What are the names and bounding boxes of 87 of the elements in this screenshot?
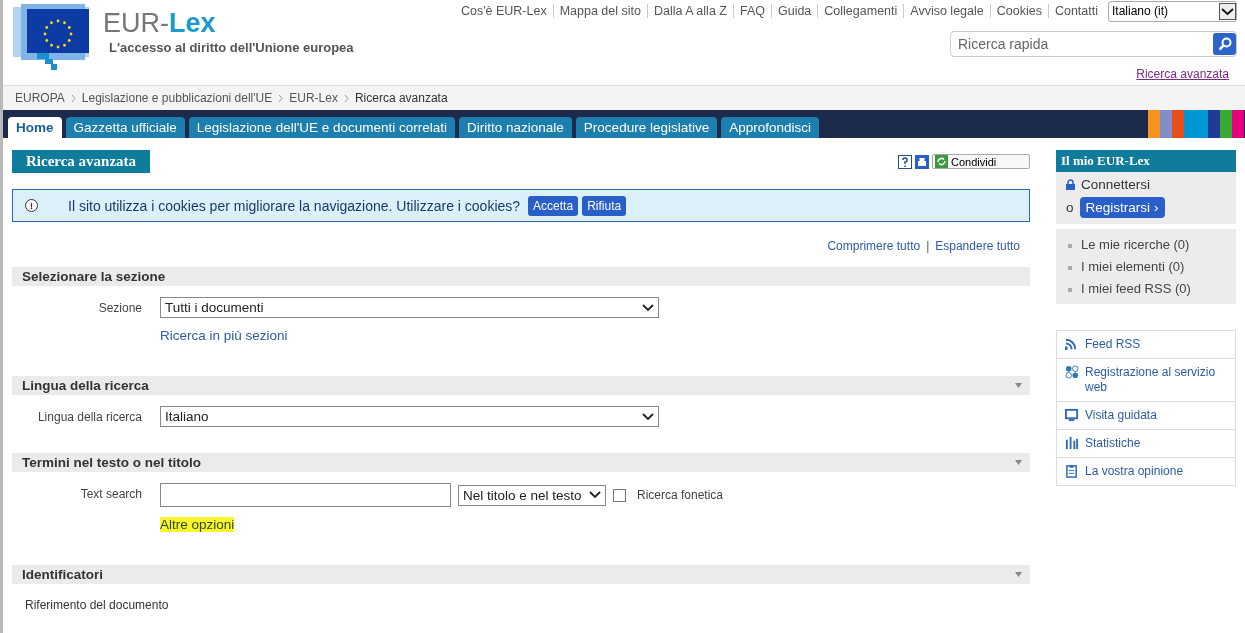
breadcrumb-item[interactable]: EUROPA [15,91,65,105]
share-button[interactable]: Condividi [932,154,1030,169]
option-link[interactable]: Altre opzioni [160,517,235,532]
section-title: Termini nel testo o nel titolo [22,455,201,470]
clipboard-icon [1065,464,1079,478]
site-name: EUR-Lex [103,8,217,38]
bar-chart-icon [1065,436,1079,450]
breadcrumb-item[interactable]: Legislazione e pubblicazioni dell'UE [81,91,273,105]
nav-tab[interactable]: Gazzetta ufficiale [65,117,185,138]
section-title: Identificatori [22,567,103,582]
sidebar-link[interactable]: La vostra opinione [1057,457,1235,485]
top-link[interactable]: Mappa del sito [552,4,647,18]
collapse-link[interactable]: Comprimere tutto [827,239,921,253]
scope-dropdown[interactable]: Nel titolo e nel testo [458,484,606,506]
sidebar-link[interactable]: Statistiche [1057,429,1235,457]
saved-list-item[interactable]: I miei elementi (0) [1056,256,1236,278]
breadcrumb-item[interactable]: Ricerca avanzata [354,91,448,105]
chevron-icon [70,93,76,103]
or-text: o [1066,200,1074,215]
nav-tab[interactable]: Legislazione dell'UE e documenti correlati [188,117,456,138]
top-link[interactable]: Contatti [1047,4,1104,18]
lock-icon [1066,179,1075,190]
section-title: Selezionare la sezione [22,269,166,284]
top-link[interactable]: Cookies [989,4,1048,18]
field-label: Text search [79,486,142,501]
saved-list-item[interactable]: Le mie ricerche (0) [1056,234,1236,256]
top-link[interactable]: Guida [770,4,818,18]
checkbox[interactable] [613,488,626,502]
login-link[interactable]: Connettersi [1081,177,1151,192]
option-link[interactable]: Ricerca in più sezioni [160,328,288,343]
nav-tab[interactable]: Procedure legislative [575,117,718,138]
chevron-icon [343,93,349,103]
quick-search-field[interactable]: Ricerca rapida [950,31,1237,57]
register-button[interactable]: Registrarsi › [1079,197,1165,218]
section-header[interactable]: Selezionare la sezione [12,267,1030,286]
section-header[interactable]: Lingua della ricerca [12,376,1030,395]
checkbox-label: Ricerca fonetica [637,488,724,502]
info-icon: ! [25,199,38,212]
language-dropdown[interactable]: Italiano (it) [1108,0,1237,22]
top-link[interactable]: Cos'è EUR-Lex [454,4,553,18]
cookie-button[interactable]: Rifiuta [582,195,627,216]
chevron-icon [278,93,284,103]
separator: | [926,239,930,253]
nav-tab[interactable]: Diritto nazionale [459,117,572,138]
dropdown-caret-icon [642,412,654,421]
top-link[interactable]: Avviso legale [903,4,990,18]
dropdown-field[interactable]: Italiano [160,406,659,427]
print-icon[interactable] [915,154,929,169]
top-link[interactable]: Collegamenti [817,4,904,18]
cookie-message: Il sito utilizza i cookies per migliorare la navigazione. Utilizzare i cookies? [68,197,521,214]
dropdown-field[interactable]: Tutti i documenti [160,297,659,318]
top-link[interactable]: Dalla A alla Z [647,4,733,18]
section-header[interactable]: Identificatori [12,565,1030,584]
section-header[interactable]: Termini nel testo o nel titolo [12,453,1030,472]
saved-list-item[interactable]: I miei feed RSS (0) [1056,278,1236,300]
help-icon[interactable] [898,154,912,169]
monitor-icon [1065,408,1079,422]
collapse-link[interactable]: Espandere tutto [935,239,1020,253]
tagline: L'accesso al diritto dell'Unione europea [109,40,354,55]
share-icon [935,155,948,168]
sidebar-link[interactable]: Visita guidata [1057,401,1235,429]
section-title: Lingua della ricerca [22,378,149,393]
nav-tab[interactable]: Home [8,117,62,138]
top-link[interactable]: FAQ [732,4,771,18]
cookie-button[interactable]: Accetta [528,195,579,216]
panel-title: Il mio EUR-Lex [1056,150,1236,172]
rss-icon [1065,337,1079,351]
sidebar-link[interactable]: Feed RSS [1057,331,1235,358]
search-button[interactable] [1213,33,1236,55]
collapse-caret-icon[interactable] [1015,572,1022,577]
nodes-icon [1065,365,1079,379]
field-label: Sezione [97,300,142,315]
page-title: Ricerca avanzata [12,150,151,173]
advanced-search-link[interactable]: Ricerca avanzata [1136,67,1229,81]
field-label: Lingua della ricerca [36,409,142,424]
dropdown-caret-icon [642,303,654,312]
dropdown-caret-icon [1219,2,1236,20]
collapse-caret-icon[interactable] [1015,383,1022,388]
search-icon [1217,37,1232,51]
field-label: Riferimento del documento [24,598,169,612]
dropdown-caret-icon [589,491,601,499]
collapse-caret-icon[interactable] [1015,460,1022,465]
eu-flag-logo[interactable] [13,4,91,70]
sidebar-link[interactable]: Registrazione al servizio web [1057,358,1235,401]
text-search-field[interactable] [160,483,451,507]
breadcrumb-item[interactable]: EUR-Lex [289,91,338,105]
nav-tab[interactable]: Approfondisci [721,117,819,138]
